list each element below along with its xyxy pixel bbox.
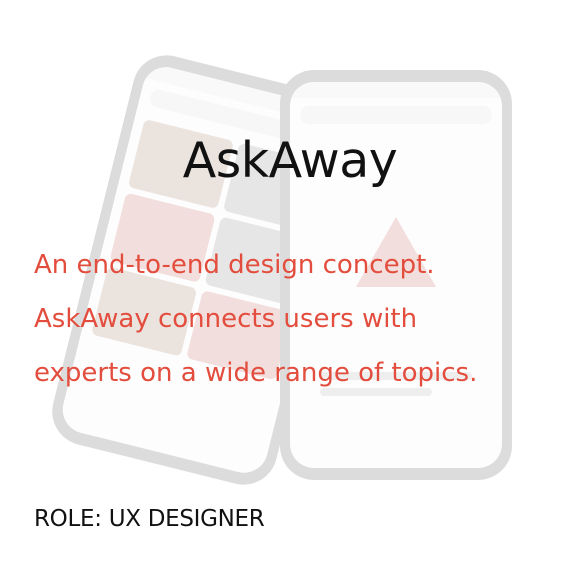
role-label: ROLE: UX DESIGNER	[34, 506, 265, 532]
description-line: AskAway connects users with	[34, 304, 418, 334]
mock-addressbar	[300, 106, 492, 124]
mock-statusbar	[144, 62, 353, 129]
mock-statusbar	[290, 82, 502, 98]
description-line: An end-to-end design concept.	[34, 250, 435, 280]
description-line: experts on a wide range of topics.	[34, 358, 478, 388]
page-title: AskAway	[182, 132, 398, 189]
project-description: An end-to-end design concept. AskAway co…	[34, 238, 564, 400]
